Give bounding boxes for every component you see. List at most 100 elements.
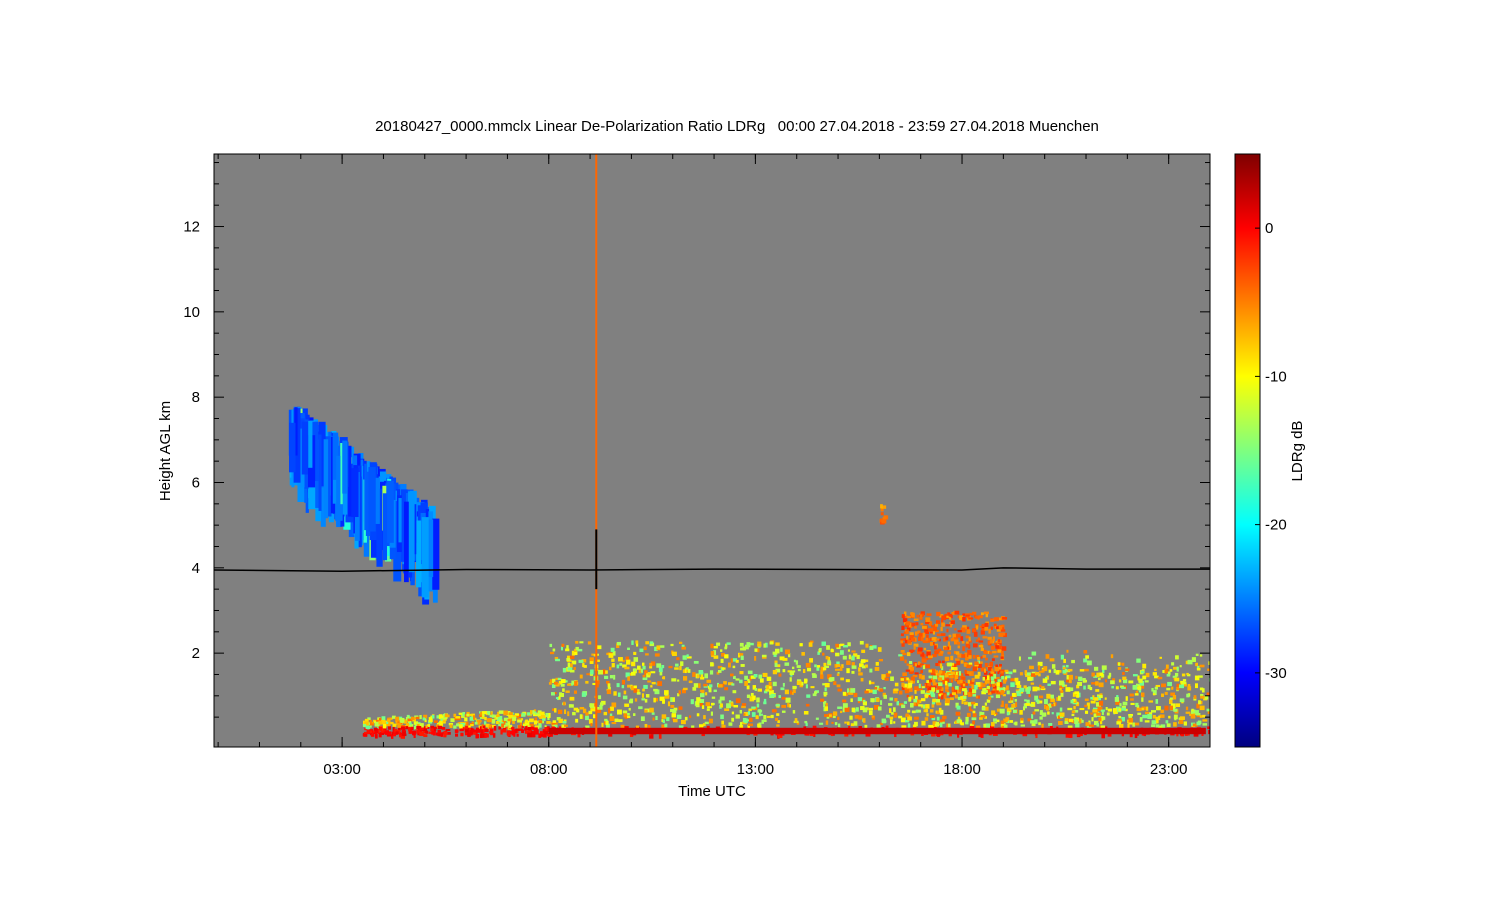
echo-cell	[776, 713, 780, 716]
echo-cell	[707, 706, 712, 709]
echo-cell	[953, 667, 958, 671]
echo-cell	[644, 709, 648, 713]
echo-cell	[975, 625, 979, 630]
echo-cell	[1111, 685, 1115, 689]
echo-cell	[761, 719, 764, 724]
echo-cell	[993, 623, 997, 627]
echo-cell	[920, 698, 926, 702]
echo-cell	[659, 671, 663, 676]
echo-cell	[681, 646, 687, 650]
echo-cell	[1151, 720, 1157, 725]
echo-cell	[430, 725, 435, 729]
echo-cell	[503, 710, 508, 716]
echo-cell	[590, 669, 594, 675]
echo-cell	[778, 695, 781, 699]
echo-cell	[918, 683, 921, 689]
echo-cell	[1106, 712, 1110, 716]
echo-cell	[656, 645, 661, 650]
echo-cell	[749, 642, 754, 646]
echo-cell	[1180, 734, 1185, 737]
echo-cell	[898, 654, 903, 657]
echo-cell	[1078, 676, 1083, 681]
echo-cell	[972, 666, 977, 672]
echo-cell	[515, 728, 520, 731]
echo-cell	[1012, 669, 1017, 673]
echo-cell	[1049, 658, 1055, 662]
echo-cell	[674, 667, 679, 670]
echo-cell	[992, 650, 997, 654]
ice-cloud-cell	[398, 498, 402, 543]
echo-cell	[599, 704, 603, 710]
echo-cell	[985, 657, 988, 661]
echo-cell	[1190, 714, 1195, 719]
echo-cell	[950, 655, 954, 661]
echo-cell	[633, 657, 639, 662]
echo-cell	[1165, 720, 1169, 724]
echo-cell	[900, 638, 905, 641]
echo-cell	[853, 692, 858, 698]
echo-cell	[1121, 686, 1126, 689]
echo-cell	[898, 690, 903, 695]
echo-cell	[846, 660, 851, 665]
echo-cell	[1202, 719, 1208, 722]
echo-cell	[910, 703, 914, 708]
echo-cell	[1110, 680, 1115, 685]
echo-cell	[940, 626, 943, 632]
echo-cell	[872, 689, 877, 695]
echo-cell	[1179, 698, 1185, 703]
ice-cloud-cell	[323, 439, 329, 519]
echo-cell	[954, 694, 958, 699]
echo-cell	[967, 679, 970, 684]
echo-cell	[950, 671, 955, 675]
echo-cell	[889, 708, 892, 713]
echo-cell	[684, 716, 688, 721]
echo-cell	[998, 625, 1003, 630]
echo-cell	[365, 725, 371, 730]
echo-cell	[735, 714, 740, 719]
echo-cell	[1053, 668, 1056, 674]
echo-cell	[447, 731, 451, 735]
echo-cell	[1199, 705, 1205, 711]
echo-cell	[649, 662, 653, 667]
echo-cell	[908, 696, 912, 702]
echo-cell	[975, 639, 979, 642]
echo-cell	[1175, 655, 1179, 660]
ice-cloud-cell	[351, 468, 359, 518]
echo-cell	[465, 725, 468, 730]
echo-cell	[951, 686, 955, 692]
echo-cell	[1020, 724, 1025, 727]
echo-cell	[984, 623, 989, 627]
echo-cell	[758, 709, 762, 713]
echo-cell	[552, 684, 556, 688]
echo-cell	[639, 648, 644, 652]
echo-cell	[1175, 703, 1181, 707]
echo-cell	[549, 643, 553, 648]
echo-cell	[679, 665, 682, 671]
echo-cell	[573, 707, 579, 711]
echo-cell	[840, 677, 844, 681]
echo-cell	[1141, 692, 1145, 697]
echo-cell	[440, 715, 444, 719]
echo-cell	[914, 626, 917, 629]
echo-cell	[876, 724, 881, 728]
echo-cell	[835, 664, 841, 668]
echo-cell	[1107, 708, 1113, 712]
echo-cell	[1063, 658, 1066, 663]
echo-cell	[557, 709, 563, 715]
echo-cell	[1154, 668, 1157, 672]
echo-cell	[1164, 668, 1167, 674]
echo-cell	[698, 683, 701, 689]
echo-cell	[893, 707, 896, 712]
echo-cell	[445, 728, 451, 731]
echo-cell	[475, 727, 480, 733]
echo-cell	[933, 645, 937, 650]
echo-cell	[934, 623, 939, 627]
echo-cell	[922, 632, 926, 638]
echo-cell	[966, 664, 971, 669]
echo-cell	[823, 691, 828, 696]
echo-cell	[1187, 684, 1191, 687]
echo-cell	[763, 715, 767, 720]
echo-cell	[1010, 696, 1013, 701]
echo-cell	[936, 702, 942, 706]
echo-cell	[763, 643, 766, 648]
